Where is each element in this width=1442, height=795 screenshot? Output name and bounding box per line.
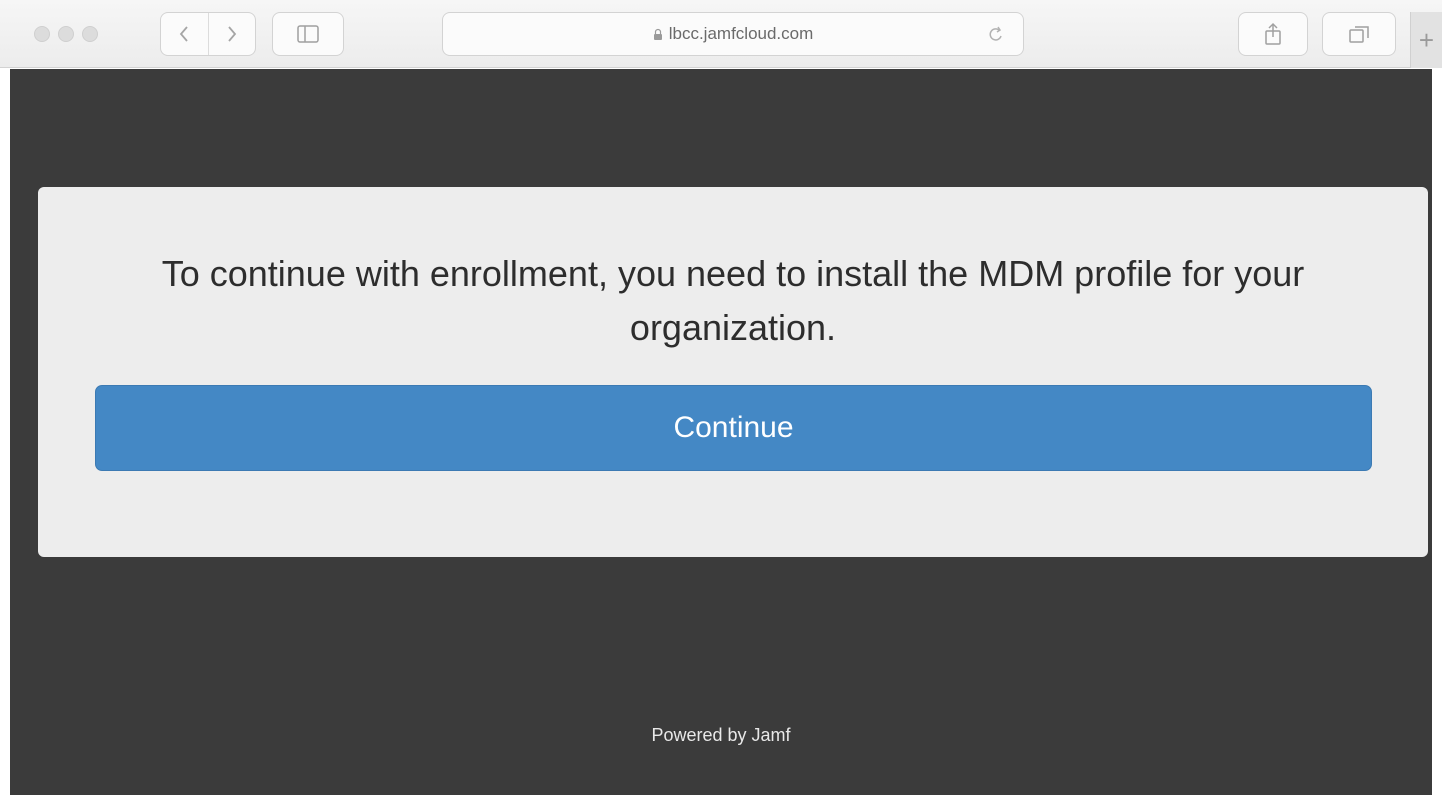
share-icon: [1265, 22, 1281, 45]
back-button[interactable]: [161, 13, 208, 55]
minimize-window-button[interactable]: [58, 26, 74, 42]
navigation-buttons: [160, 12, 256, 56]
tabs-overview-icon: [1349, 26, 1369, 43]
address-bar[interactable]: lbcc.jamfcloud.com: [442, 12, 1024, 56]
chevron-left-icon: [180, 26, 189, 42]
lock-icon: [653, 28, 662, 40]
share-button[interactable]: [1238, 12, 1308, 56]
chevron-right-icon: [228, 26, 237, 42]
url-text: lbcc.jamfcloud.com: [668, 24, 814, 43]
continue-button[interactable]: Continue: [95, 385, 1372, 471]
sidebar-button[interactable]: [272, 12, 344, 56]
plus-icon: +: [1418, 25, 1435, 55]
forward-button[interactable]: [207, 13, 255, 55]
browser-toolbar: lbcc.jamfcloud.com +: [0, 0, 1442, 68]
zoom-window-button[interactable]: [82, 26, 98, 42]
reload-icon[interactable]: [987, 25, 1005, 45]
close-window-button[interactable]: [34, 26, 50, 42]
tabs-overview-button[interactable]: [1322, 12, 1396, 56]
enrollment-page: To continue with enrollment, you need to…: [10, 69, 1432, 795]
sidebar-icon: [297, 25, 319, 43]
enrollment-message: To continue with enrollment, you need to…: [161, 253, 1305, 348]
powered-by-footer: Powered by Jamf: [651, 725, 791, 745]
new-tab-button[interactable]: +: [1410, 12, 1442, 68]
enrollment-card: To continue with enrollment, you need to…: [38, 187, 1428, 557]
